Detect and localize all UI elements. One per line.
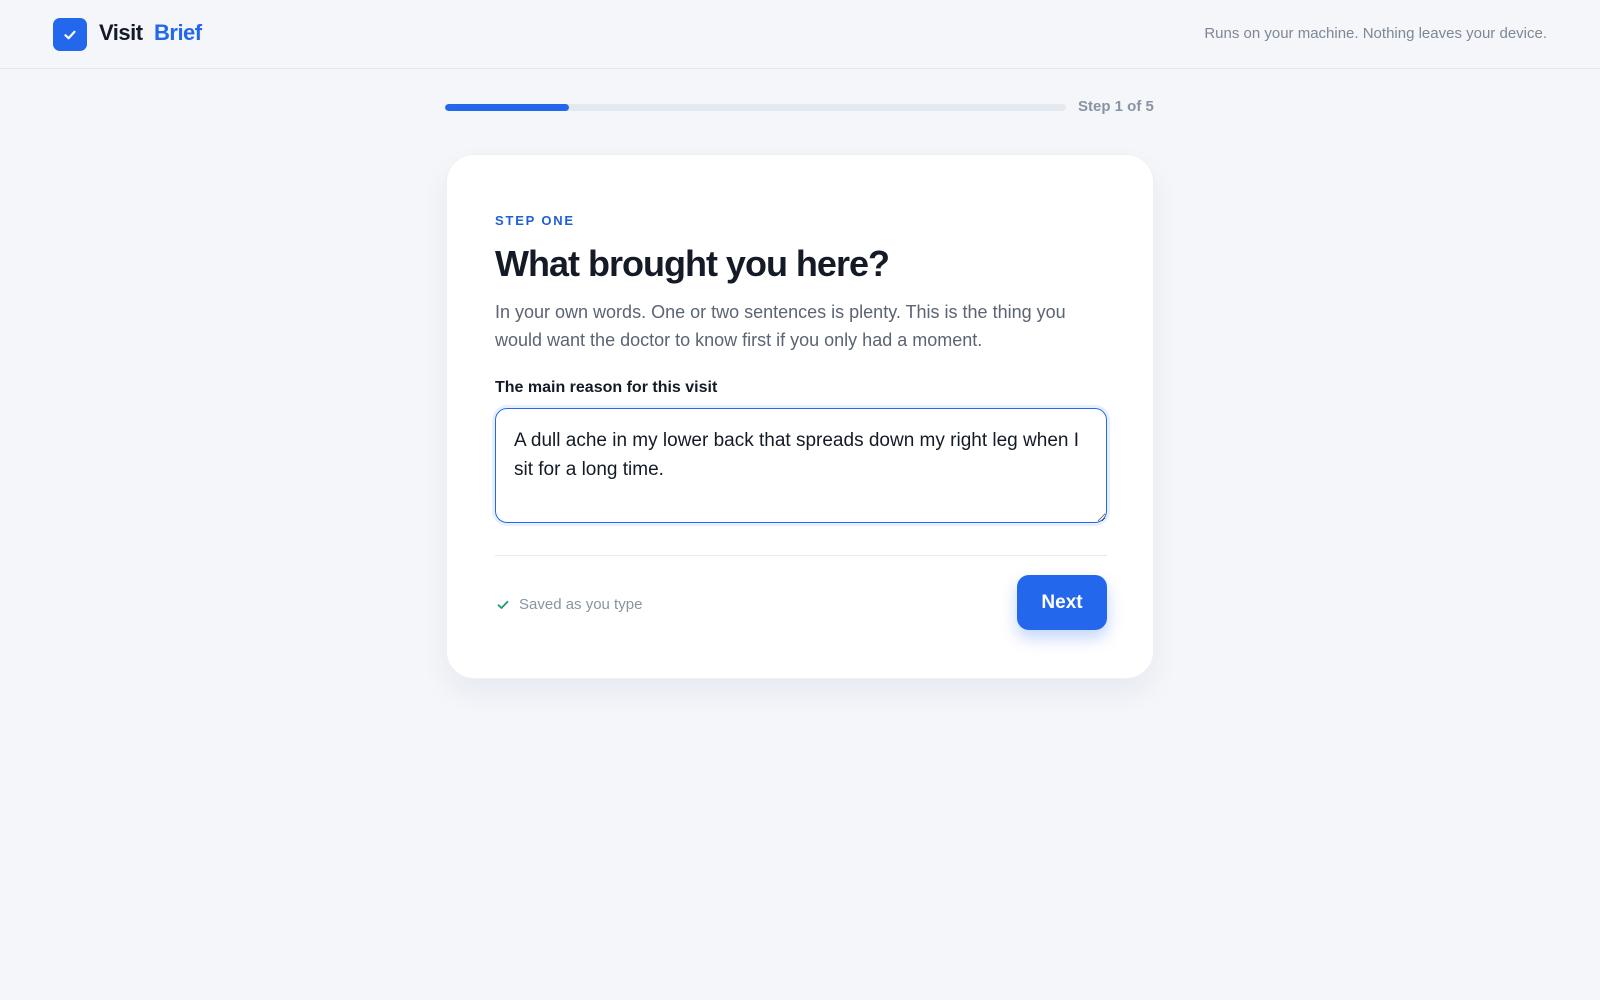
- question-description: In your own words. One or two sentences …: [495, 302, 1066, 350]
- reason-textarea[interactable]: A dull ache in my lower back that spread…: [495, 408, 1107, 523]
- logo: [53, 18, 87, 51]
- check-icon: [64, 30, 76, 39]
- next-button[interactable]: Next: [1017, 575, 1107, 630]
- question-card: STEP ONE What brought you here? In your …: [446, 154, 1154, 679]
- progress-bar: [445, 104, 1066, 111]
- app-header: Visit Brief Runs on your machine. Nothin…: [0, 0, 1600, 69]
- progress-fill: [445, 104, 570, 111]
- check-icon: [497, 600, 509, 609]
- reason-field-label: The main reason for this visit: [495, 379, 718, 396]
- brand-name-first: Visit: [99, 20, 143, 45]
- step-eyebrow: STEP ONE: [495, 213, 575, 228]
- brand-name-second: Brief: [154, 20, 202, 45]
- divider: [495, 555, 1107, 556]
- step-counter: Step 1 of 5: [1078, 98, 1154, 115]
- question-title: What brought you here?: [495, 243, 890, 284]
- save-status: Saved as you type: [496, 596, 642, 613]
- save-status-text: Saved as you type: [519, 596, 643, 613]
- privacy-tagline: Runs on your machine. Nothing leaves you…: [1204, 25, 1547, 42]
